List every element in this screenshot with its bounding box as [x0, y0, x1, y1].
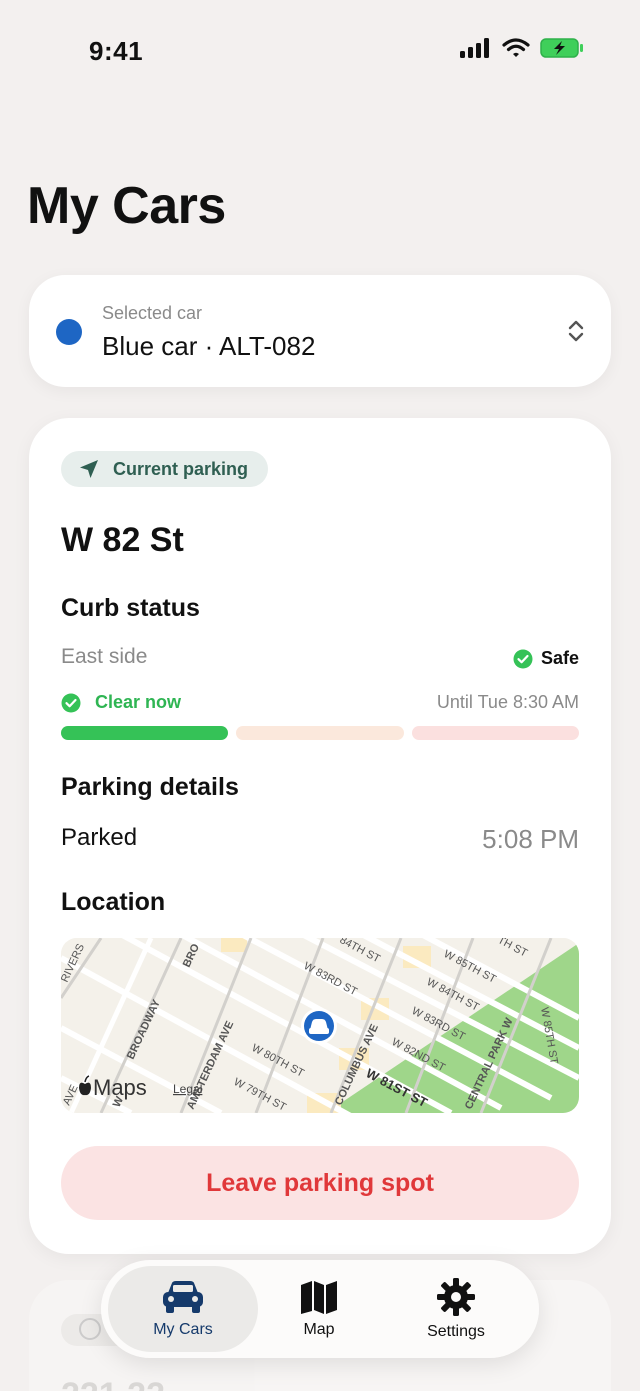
- car-icon: [163, 1281, 203, 1313]
- status-icons: [460, 38, 584, 58]
- curb-timeline-bar: [61, 726, 579, 740]
- chevron-up-down-icon[interactable]: [567, 319, 585, 343]
- location-arrow-icon: [80, 460, 98, 478]
- battery-icon: [540, 38, 583, 58]
- tab-map-label: Map: [303, 1321, 335, 1338]
- map-icon: [301, 1281, 337, 1314]
- page-title: My Cars: [27, 177, 226, 235]
- car-color-dot: [56, 319, 82, 345]
- check-circle-icon: [513, 649, 533, 668]
- curb-status-heading: Curb status: [61, 594, 200, 622]
- tab-my-cars-label: My Cars: [153, 1321, 213, 1338]
- gear-icon: [437, 1278, 475, 1316]
- parked-time: 5:08 PM: [482, 824, 579, 854]
- car-selector[interactable]: Selected car Blue car · ALT-082: [29, 275, 611, 387]
- selected-car-name: Blue car · ALT-082: [102, 331, 316, 361]
- timeline-segment-restricted: [411, 726, 579, 740]
- tab-map[interactable]: Map: [269, 1266, 369, 1352]
- signal-icon: [460, 38, 489, 58]
- tab-settings-label: Settings: [427, 1323, 485, 1340]
- clear-now-label: Clear now: [95, 692, 182, 712]
- tab-bar: My Cars Map Settings: [101, 1260, 539, 1358]
- curb-side: East side: [61, 645, 148, 668]
- clear-status: Clear now: [61, 692, 181, 713]
- clock-icon: [79, 1318, 101, 1340]
- status-bar: 9:41: [0, 0, 640, 100]
- parking-street: W 82 St: [61, 521, 184, 559]
- car-selector-label: Selected car: [102, 303, 203, 323]
- tab-my-cars[interactable]: My Cars: [108, 1266, 258, 1352]
- tab-settings[interactable]: Settings: [401, 1266, 511, 1352]
- safety-status: Safe: [513, 648, 579, 669]
- current-parking-label: Current parking: [113, 458, 249, 479]
- safety-label: Safe: [540, 648, 579, 668]
- leave-parking-button[interactable]: Leave parking spot: [61, 1146, 579, 1220]
- timeline-segment-clear: [61, 726, 229, 740]
- until-time: Until Tue 8:30 AM: [436, 692, 579, 712]
- location-map[interactable]: RIVERS BROADWAY BRO W AVE AMSTERDAM AVE …: [61, 938, 579, 1113]
- map-graphic: RIVERS BROADWAY BRO W AVE AMSTERDAM AVE …: [61, 938, 579, 1113]
- svg-text:Maps: Maps: [93, 1075, 147, 1100]
- timeline-segment-warning: [236, 726, 404, 740]
- svg-text:Legal: Legal: [173, 1082, 202, 1096]
- parking-card: Current parking W 82 St Curb status East…: [29, 418, 611, 1254]
- check-circle-icon: [61, 693, 81, 712]
- location-heading: Location: [61, 888, 166, 916]
- parking-details-heading: Parking details: [61, 773, 239, 801]
- wifi-icon: [502, 38, 530, 57]
- current-parking-badge: Current parking: [61, 451, 269, 487]
- parked-label: Parked: [61, 824, 138, 851]
- status-time: 9:41: [89, 36, 144, 66]
- next-card-title: 221 22: [61, 1376, 165, 1391]
